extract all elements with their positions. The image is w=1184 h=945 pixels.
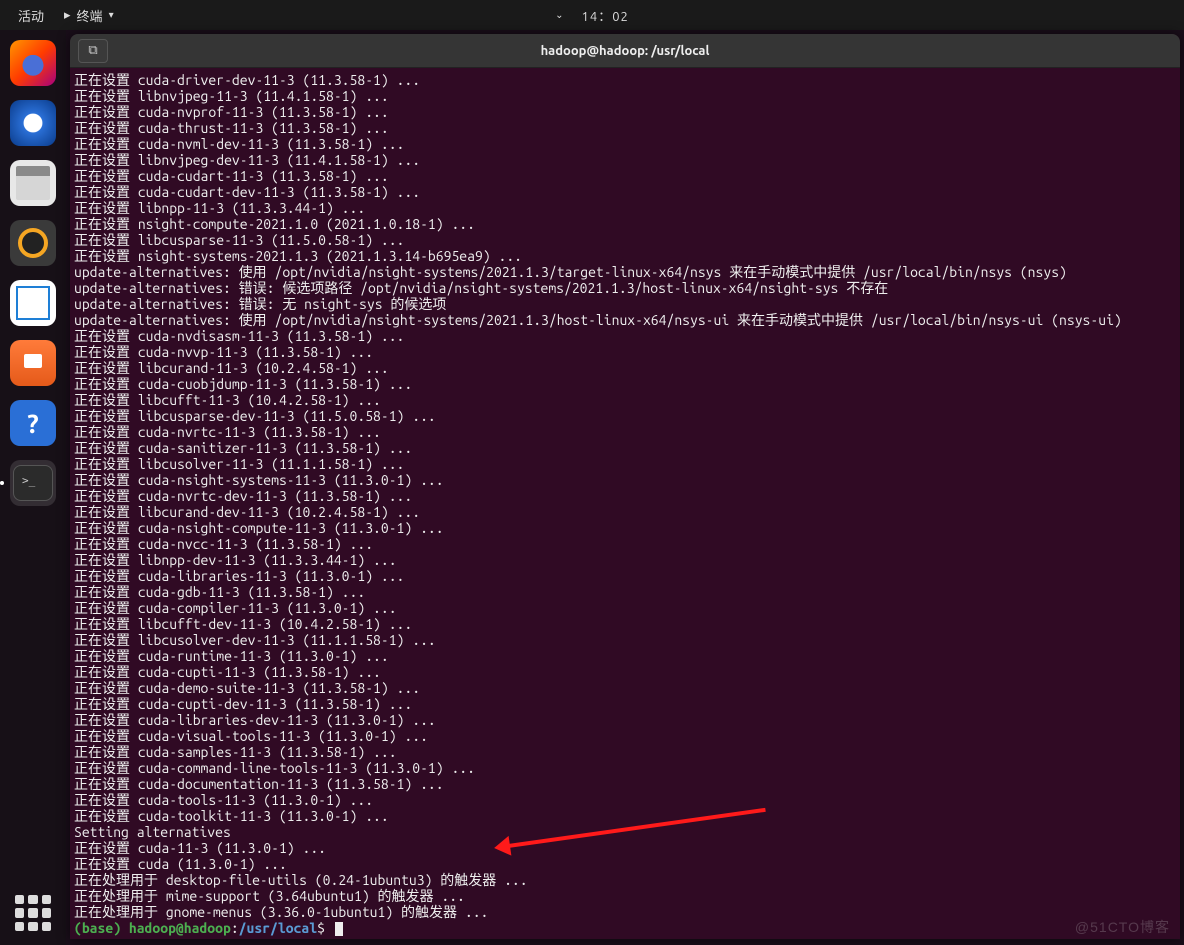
terminal-line: 正在设置 cuda-demo-suite-11-3 (11.3.58-1) ..… <box>74 680 1176 696</box>
prompt-path: /usr/local <box>239 920 317 936</box>
terminal-prompt[interactable]: (base) hadoop@hadoop:/usr/local$ <box>74 920 1176 936</box>
terminal-line: 正在设置 cuda-cupti-dev-11-3 (11.3.58-1) ... <box>74 696 1176 712</box>
terminal-line: 正在设置 cuda-driver-dev-11-3 (11.3.58-1) ..… <box>74 72 1176 88</box>
terminal-line: update-alternatives: 使用 /opt/nvidia/nsig… <box>74 312 1176 328</box>
terminal-line: 正在设置 cuda-gdb-11-3 (11.3.58-1) ... <box>74 584 1176 600</box>
terminal-line: 正在设置 cuda-cudart-11-3 (11.3.58-1) ... <box>74 168 1176 184</box>
libreoffice-writer-icon[interactable] <box>10 280 56 326</box>
terminal-line: 正在处理用于 mime-support (3.64ubuntu1) 的触发器 .… <box>74 888 1176 904</box>
terminal-line: 正在设置 libnvjpeg-11-3 (11.4.1.58-1) ... <box>74 88 1176 104</box>
terminal-line: 正在设置 cuda-runtime-11-3 (11.3.0-1) ... <box>74 648 1176 664</box>
terminal-line: 正在设置 libcusparse-dev-11-3 (11.5.0.58-1) … <box>74 408 1176 424</box>
terminal-line: 正在设置 cuda-nvcc-11-3 (11.3.58-1) ... <box>74 536 1176 552</box>
prompt-colon: : <box>231 920 239 936</box>
dock: ? >_ <box>0 30 66 945</box>
rhythmbox-icon[interactable] <box>10 220 56 266</box>
activities-button[interactable]: 活动 <box>8 6 54 25</box>
watermark: @51CTO博客 <box>1075 917 1170 937</box>
terminal-line: 正在设置 cuda-visual-tools-11-3 (11.3.0-1) .… <box>74 728 1176 744</box>
terminal-line: 正在设置 cuda-compiler-11-3 (11.3.0-1) ... <box>74 600 1176 616</box>
terminal-line: 正在设置 cuda-toolkit-11-3 (11.3.0-1) ... <box>74 808 1176 824</box>
terminal-line: 正在设置 cuda-nvrtc-dev-11-3 (11.3.58-1) ... <box>74 488 1176 504</box>
terminal-line: 正在设置 nsight-compute-2021.1.0 (2021.1.0.1… <box>74 216 1176 232</box>
firefox-icon[interactable] <box>10 40 56 86</box>
cursor <box>335 922 343 936</box>
terminal-line: update-alternatives: 错误: 无 nsight-sys 的候… <box>74 296 1176 312</box>
terminal-line: 正在设置 cuda (11.3.0-1) ... <box>74 856 1176 872</box>
terminal-line: 正在设置 cuda-documentation-11-3 (11.3.58-1)… <box>74 776 1176 792</box>
terminal-line: 正在设置 libcufft-dev-11-3 (10.4.2.58-1) ... <box>74 616 1176 632</box>
terminal-line: 正在设置 cuda-cupti-11-3 (11.3.58-1) ... <box>74 664 1176 680</box>
terminal-line: 正在设置 libnpp-11-3 (11.3.3.44-1) ... <box>74 200 1176 216</box>
titlebar[interactable]: ⧉ hadoop@hadoop: /usr/local <box>70 34 1180 68</box>
terminal-output[interactable]: 正在设置 cuda-driver-dev-11-3 (11.3.58-1) ..… <box>70 68 1180 939</box>
window-title: hadoop@hadoop: /usr/local <box>541 44 710 58</box>
terminal-line: 正在设置 cuda-tools-11-3 (11.3.0-1) ... <box>74 792 1176 808</box>
terminal-line: 正在设置 libcurand-11-3 (10.2.4.58-1) ... <box>74 360 1176 376</box>
terminal-line: 正在设置 cuda-nvml-dev-11-3 (11.3.58-1) ... <box>74 136 1176 152</box>
app-menu-label: 终端 <box>77 6 103 25</box>
terminal-line: 正在设置 cuda-nvprof-11-3 (11.3.58-1) ... <box>74 104 1176 120</box>
terminal-line: 正在设置 cuda-command-line-tools-11-3 (11.3.… <box>74 760 1176 776</box>
gnome-topbar: 活动 ▸ 终端 ▾ ⌄ 14：02 <box>0 0 1184 30</box>
terminal-line: 正在设置 libnvjpeg-dev-11-3 (11.4.1.58-1) ..… <box>74 152 1176 168</box>
app-menu[interactable]: ▸ 终端 ▾ <box>54 6 124 25</box>
terminal-line: 正在设置 cuda-thrust-11-3 (11.3.58-1) ... <box>74 120 1176 136</box>
terminal-line: 正在设置 cuda-nvvp-11-3 (11.3.58-1) ... <box>74 344 1176 360</box>
thunderbird-icon[interactable] <box>10 100 56 146</box>
terminal-line: Setting alternatives <box>74 824 1176 840</box>
chevron-down-icon: ▾ <box>109 9 114 21</box>
clock[interactable]: 14：02 <box>582 6 629 25</box>
terminal-line: 正在设置 cuda-nsight-compute-11-3 (11.3.0-1)… <box>74 520 1176 536</box>
terminal-line: 正在设置 nsight-systems-2021.1.3 (2021.1.3.1… <box>74 248 1176 264</box>
terminal-line: 正在设置 cuda-11-3 (11.3.0-1) ... <box>74 840 1176 856</box>
terminal-line: update-alternatives: 使用 /opt/nvidia/nsig… <box>74 264 1176 280</box>
terminal-menu-icon: ▸ <box>64 8 71 23</box>
terminal-line: 正在设置 cuda-cudart-dev-11-3 (11.3.58-1) ..… <box>74 184 1176 200</box>
terminal-line: 正在设置 libcurand-dev-11-3 (10.2.4.58-1) ..… <box>74 504 1176 520</box>
terminal-line: 正在设置 libnpp-dev-11-3 (11.3.3.44-1) ... <box>74 552 1176 568</box>
ubuntu-software-icon[interactable] <box>10 340 56 386</box>
show-applications-button[interactable] <box>15 895 51 931</box>
date-chevron-icon[interactable]: ⌄ <box>555 9 563 21</box>
terminal-line: 正在设置 libcufft-11-3 (10.4.2.58-1) ... <box>74 392 1176 408</box>
terminal-line: update-alternatives: 错误: 候选项路径 /opt/nvid… <box>74 280 1176 296</box>
prompt-user: (base) hadoop@hadoop <box>74 920 231 936</box>
terminal-line: 正在设置 libcusolver-11-3 (11.1.1.58-1) ... <box>74 456 1176 472</box>
terminal-line: 正在处理用于 gnome-menus (3.36.0-1ubuntu1) 的触发… <box>74 904 1176 920</box>
terminal-line: 正在设置 cuda-nvrtc-11-3 (11.3.58-1) ... <box>74 424 1176 440</box>
terminal-line: 正在设置 cuda-nsight-systems-11-3 (11.3.0-1)… <box>74 472 1176 488</box>
terminal-line: 正在设置 cuda-cuobjdump-11-3 (11.3.58-1) ... <box>74 376 1176 392</box>
terminal-line: 正在设置 libcusparse-11-3 (11.5.0.58-1) ... <box>74 232 1176 248</box>
new-tab-button[interactable]: ⧉ <box>78 39 108 63</box>
terminal-line: 正在设置 cuda-libraries-dev-11-3 (11.3.0-1) … <box>74 712 1176 728</box>
terminal-glyph: >_ <box>22 474 35 487</box>
terminal-app-icon[interactable]: >_ <box>10 460 56 506</box>
terminal-line: 正在设置 libcusolver-dev-11-3 (11.1.1.58-1) … <box>74 632 1176 648</box>
terminal-line: 正在处理用于 desktop-file-utils (0.24-1ubuntu3… <box>74 872 1176 888</box>
terminal-line: 正在设置 cuda-libraries-11-3 (11.3.0-1) ... <box>74 568 1176 584</box>
terminal-line: 正在设置 cuda-sanitizer-11-3 (11.3.58-1) ... <box>74 440 1176 456</box>
terminal-line: 正在设置 cuda-nvdisasm-11-3 (11.3.58-1) ... <box>74 328 1176 344</box>
files-icon[interactable] <box>10 160 56 206</box>
terminal-window: ⧉ hadoop@hadoop: /usr/local 正在设置 cuda-dr… <box>70 34 1180 939</box>
prompt-sign: $ <box>317 920 325 936</box>
help-icon[interactable]: ? <box>10 400 56 446</box>
terminal-line: 正在设置 cuda-samples-11-3 (11.3.58-1) ... <box>74 744 1176 760</box>
